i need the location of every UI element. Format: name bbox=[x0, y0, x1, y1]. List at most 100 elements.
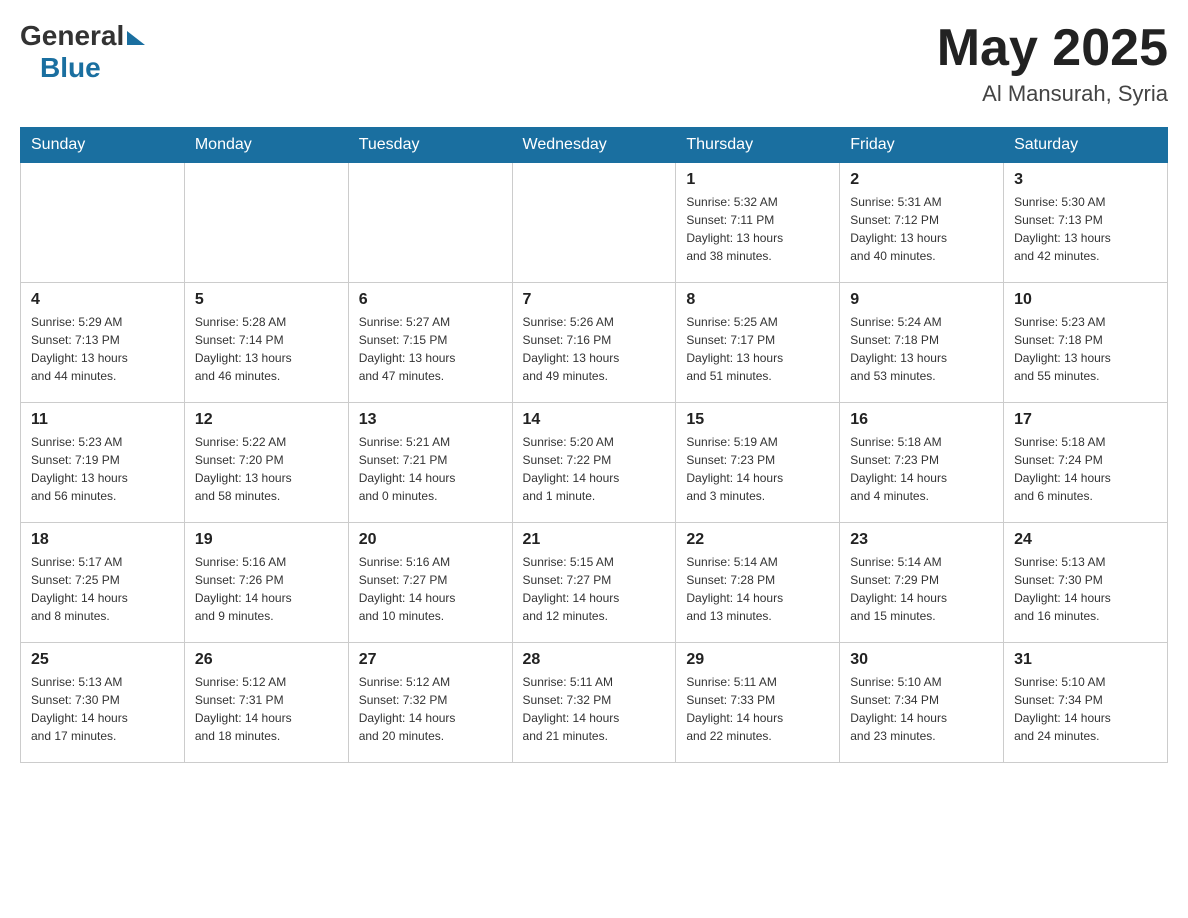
day-number: 22 bbox=[686, 531, 829, 549]
calendar-day-cell: 9 Sunrise: 5:24 AM Sunset: 7:18 PM Daylig… bbox=[840, 283, 1004, 403]
day-number: 7 bbox=[523, 291, 666, 309]
calendar-header-row: SundayMondayTuesdayWednesdayThursdayFrid… bbox=[21, 128, 1168, 163]
calendar-day-cell: 10 Sunrise: 5:23 AM Sunset: 7:18 PM Dayli… bbox=[1004, 283, 1168, 403]
day-info: Sunrise: 5:12 AM Sunset: 7:32 PM Dayligh… bbox=[359, 673, 502, 745]
day-info: Sunrise: 5:19 AM Sunset: 7:23 PM Dayligh… bbox=[686, 433, 829, 505]
calendar-day-cell: 15 Sunrise: 5:19 AM Sunset: 7:23 PM Dayli… bbox=[676, 403, 840, 523]
day-info: Sunrise: 5:23 AM Sunset: 7:18 PM Dayligh… bbox=[1014, 313, 1157, 385]
day-number: 9 bbox=[850, 291, 993, 309]
logo-general-text: General bbox=[20, 20, 124, 52]
day-number: 15 bbox=[686, 411, 829, 429]
calendar-day-cell bbox=[348, 163, 512, 283]
calendar-day-cell: 2Sunrise: 5:31 AM Sunset: 7:12 PM Daylig… bbox=[840, 163, 1004, 283]
day-number: 28 bbox=[523, 651, 666, 669]
calendar-day-cell: 5Sunrise: 5:28 AM Sunset: 7:14 PM Daylig… bbox=[184, 283, 348, 403]
day-info: Sunrise: 5:32 AM Sunset: 7:11 PM Dayligh… bbox=[686, 193, 829, 265]
calendar-table: SundayMondayTuesdayWednesdayThursdayFrid… bbox=[20, 127, 1168, 763]
calendar-day-header: Tuesday bbox=[348, 128, 512, 163]
day-number: 25 bbox=[31, 651, 174, 669]
calendar-day-cell: 14 Sunrise: 5:20 AM Sunset: 7:22 PM Dayli… bbox=[512, 403, 676, 523]
day-number: 20 bbox=[359, 531, 502, 549]
month-year-title: May 2025 bbox=[937, 20, 1168, 77]
calendar-day-cell: 29Sunrise: 5:11 AM Sunset: 7:33 PM Dayli… bbox=[676, 643, 840, 763]
day-number: 14 bbox=[523, 411, 666, 429]
calendar-day-cell: 26 Sunrise: 5:12 AM Sunset: 7:31 PM Dayli… bbox=[184, 643, 348, 763]
day-info: Sunrise: 5:26 AM Sunset: 7:16 PM Dayligh… bbox=[523, 313, 666, 385]
calendar-day-header: Thursday bbox=[676, 128, 840, 163]
day-number: 5 bbox=[195, 291, 338, 309]
calendar-day-cell: 31 Sunrise: 5:10 AM Sunset: 7:34 PM Dayli… bbox=[1004, 643, 1168, 763]
calendar-day-cell bbox=[21, 163, 185, 283]
calendar-day-cell: 7 Sunrise: 5:26 AM Sunset: 7:16 PM Daylig… bbox=[512, 283, 676, 403]
day-info: Sunrise: 5:18 AM Sunset: 7:23 PM Dayligh… bbox=[850, 433, 993, 505]
day-number: 4 bbox=[31, 291, 174, 309]
day-info: Sunrise: 5:20 AM Sunset: 7:22 PM Dayligh… bbox=[523, 433, 666, 505]
calendar-day-cell: 27Sunrise: 5:12 AM Sunset: 7:32 PM Dayli… bbox=[348, 643, 512, 763]
calendar-day-cell: 4 Sunrise: 5:29 AM Sunset: 7:13 PM Daylig… bbox=[21, 283, 185, 403]
calendar-day-cell: 8Sunrise: 5:25 AM Sunset: 7:17 PM Daylig… bbox=[676, 283, 840, 403]
day-info: Sunrise: 5:30 AM Sunset: 7:13 PM Dayligh… bbox=[1014, 193, 1157, 265]
calendar-week-row: 11 Sunrise: 5:23 AM Sunset: 7:19 PM Dayli… bbox=[21, 403, 1168, 523]
day-number: 2 bbox=[850, 171, 993, 189]
day-info: Sunrise: 5:25 AM Sunset: 7:17 PM Dayligh… bbox=[686, 313, 829, 385]
calendar-day-cell: 19Sunrise: 5:16 AM Sunset: 7:26 PM Dayli… bbox=[184, 523, 348, 643]
calendar-week-row: 1 Sunrise: 5:32 AM Sunset: 7:11 PM Daylig… bbox=[21, 163, 1168, 283]
calendar-week-row: 25 Sunrise: 5:13 AM Sunset: 7:30 PM Dayli… bbox=[21, 643, 1168, 763]
calendar-day-header: Monday bbox=[184, 128, 348, 163]
day-info: Sunrise: 5:13 AM Sunset: 7:30 PM Dayligh… bbox=[31, 673, 174, 745]
calendar-day-cell bbox=[512, 163, 676, 283]
day-number: 26 bbox=[195, 651, 338, 669]
day-number: 16 bbox=[850, 411, 993, 429]
day-number: 29 bbox=[686, 651, 829, 669]
calendar-day-cell: 16 Sunrise: 5:18 AM Sunset: 7:23 PM Dayli… bbox=[840, 403, 1004, 523]
calendar-day-cell: 3 Sunrise: 5:30 AM Sunset: 7:13 PM Daylig… bbox=[1004, 163, 1168, 283]
day-info: Sunrise: 5:10 AM Sunset: 7:34 PM Dayligh… bbox=[1014, 673, 1157, 745]
day-number: 10 bbox=[1014, 291, 1157, 309]
day-info: Sunrise: 5:14 AM Sunset: 7:28 PM Dayligh… bbox=[686, 553, 829, 625]
day-info: Sunrise: 5:22 AM Sunset: 7:20 PM Dayligh… bbox=[195, 433, 338, 505]
day-info: Sunrise: 5:21 AM Sunset: 7:21 PM Dayligh… bbox=[359, 433, 502, 505]
day-number: 11 bbox=[31, 411, 174, 429]
day-info: Sunrise: 5:29 AM Sunset: 7:13 PM Dayligh… bbox=[31, 313, 174, 385]
day-number: 17 bbox=[1014, 411, 1157, 429]
day-info: Sunrise: 5:10 AM Sunset: 7:34 PM Dayligh… bbox=[850, 673, 993, 745]
location-subtitle: Al Mansurah, Syria bbox=[937, 81, 1168, 107]
day-number: 6 bbox=[359, 291, 502, 309]
logo: General Blue bbox=[20, 20, 145, 84]
day-info: Sunrise: 5:23 AM Sunset: 7:19 PM Dayligh… bbox=[31, 433, 174, 505]
calendar-day-header: Friday bbox=[840, 128, 1004, 163]
day-number: 1 bbox=[686, 171, 829, 189]
calendar-day-cell: 24Sunrise: 5:13 AM Sunset: 7:30 PM Dayli… bbox=[1004, 523, 1168, 643]
day-info: Sunrise: 5:24 AM Sunset: 7:18 PM Dayligh… bbox=[850, 313, 993, 385]
calendar-day-cell: 30 Sunrise: 5:10 AM Sunset: 7:34 PM Dayli… bbox=[840, 643, 1004, 763]
page-header: General Blue May 2025 Al Mansurah, Syria bbox=[20, 20, 1168, 107]
day-info: Sunrise: 5:17 AM Sunset: 7:25 PM Dayligh… bbox=[31, 553, 174, 625]
calendar-day-cell: 20 Sunrise: 5:16 AM Sunset: 7:27 PM Dayli… bbox=[348, 523, 512, 643]
calendar-day-cell: 12 Sunrise: 5:22 AM Sunset: 7:20 PM Dayli… bbox=[184, 403, 348, 523]
calendar-day-header: Sunday bbox=[21, 128, 185, 163]
day-info: Sunrise: 5:18 AM Sunset: 7:24 PM Dayligh… bbox=[1014, 433, 1157, 505]
day-info: Sunrise: 5:12 AM Sunset: 7:31 PM Dayligh… bbox=[195, 673, 338, 745]
logo-arrow-icon bbox=[127, 31, 145, 45]
calendar-day-cell: 11 Sunrise: 5:23 AM Sunset: 7:19 PM Dayli… bbox=[21, 403, 185, 523]
calendar-day-cell bbox=[184, 163, 348, 283]
day-info: Sunrise: 5:13 AM Sunset: 7:30 PM Dayligh… bbox=[1014, 553, 1157, 625]
calendar-day-cell: 21Sunrise: 5:15 AM Sunset: 7:27 PM Dayli… bbox=[512, 523, 676, 643]
calendar-week-row: 4 Sunrise: 5:29 AM Sunset: 7:13 PM Daylig… bbox=[21, 283, 1168, 403]
calendar-day-cell: 17 Sunrise: 5:18 AM Sunset: 7:24 PM Dayli… bbox=[1004, 403, 1168, 523]
day-info: Sunrise: 5:16 AM Sunset: 7:27 PM Dayligh… bbox=[359, 553, 502, 625]
calendar-day-cell: 28Sunrise: 5:11 AM Sunset: 7:32 PM Dayli… bbox=[512, 643, 676, 763]
day-number: 12 bbox=[195, 411, 338, 429]
calendar-day-cell: 22 Sunrise: 5:14 AM Sunset: 7:28 PM Dayli… bbox=[676, 523, 840, 643]
day-info: Sunrise: 5:27 AM Sunset: 7:15 PM Dayligh… bbox=[359, 313, 502, 385]
calendar-day-cell: 23Sunrise: 5:14 AM Sunset: 7:29 PM Dayli… bbox=[840, 523, 1004, 643]
calendar-week-row: 18Sunrise: 5:17 AM Sunset: 7:25 PM Dayli… bbox=[21, 523, 1168, 643]
day-number: 30 bbox=[850, 651, 993, 669]
day-number: 19 bbox=[195, 531, 338, 549]
calendar-day-cell: 13Sunrise: 5:21 AM Sunset: 7:21 PM Dayli… bbox=[348, 403, 512, 523]
day-number: 31 bbox=[1014, 651, 1157, 669]
calendar-day-header: Saturday bbox=[1004, 128, 1168, 163]
day-number: 3 bbox=[1014, 171, 1157, 189]
day-info: Sunrise: 5:14 AM Sunset: 7:29 PM Dayligh… bbox=[850, 553, 993, 625]
calendar-day-cell: 18Sunrise: 5:17 AM Sunset: 7:25 PM Dayli… bbox=[21, 523, 185, 643]
